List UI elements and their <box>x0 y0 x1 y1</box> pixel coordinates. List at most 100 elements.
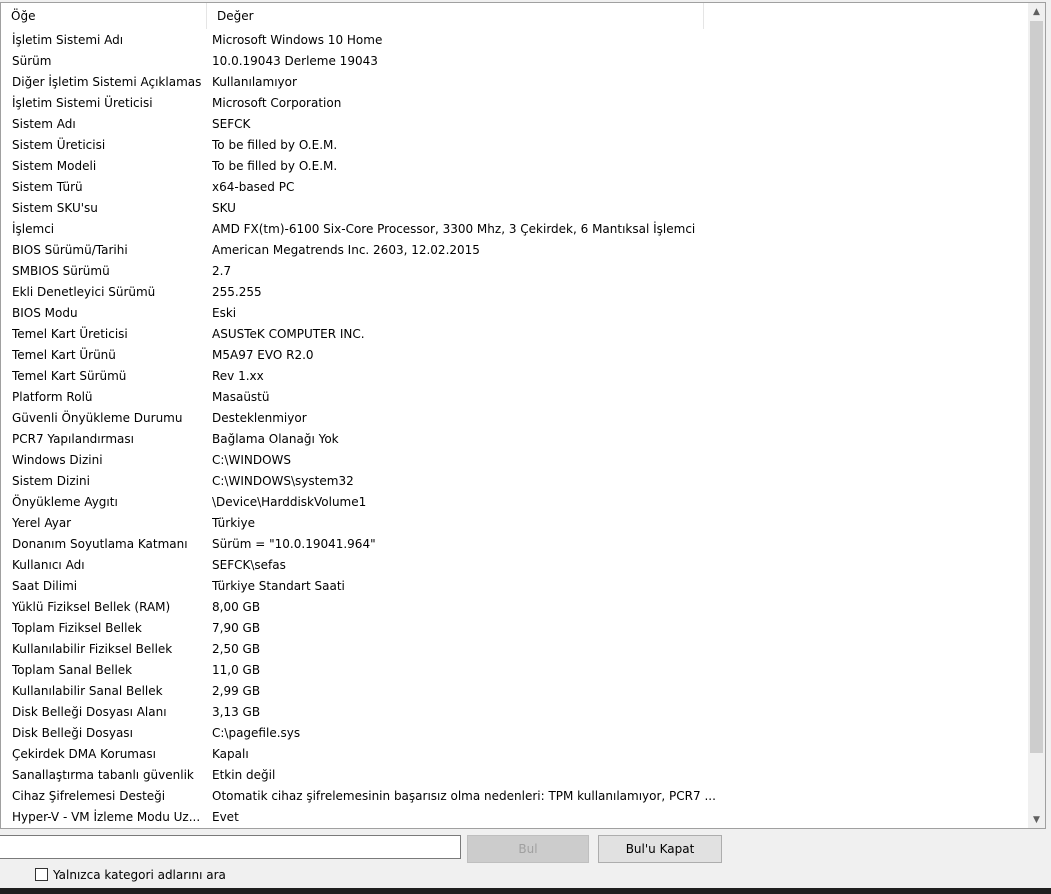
row-item-name: Disk Belleği Dosyası Alanı <box>12 705 167 719</box>
row-item-value: Microsoft Corporation <box>212 96 342 110</box>
table-row[interactable]: Disk Belleği Dosyası C:\pagefile.sys <box>1 723 1027 744</box>
table-row[interactable]: Sürüm 10.0.19043 Derleme 19043 <box>1 51 1027 72</box>
row-item-name: Windows Dizini <box>12 453 103 467</box>
row-item-name: Saat Dilimi <box>12 579 78 593</box>
table-row[interactable]: Sistem Dizini C:\WINDOWS\system32 <box>1 471 1027 492</box>
row-item-name: Sistem Türü <box>12 180 83 194</box>
row-item-value: Kullanılamıyor <box>212 75 297 89</box>
row-item-name: İşletim Sistemi Adı <box>12 33 124 47</box>
row-item-value: Kapalı <box>212 747 249 761</box>
table-row[interactable]: Platform Rolü Masaüstü <box>1 387 1027 408</box>
table-row[interactable]: Cihaz Şifrelemesi Desteği Otomatik cihaz … <box>1 786 1027 807</box>
table-row[interactable]: Temel Kart Sürümü Rev 1.xx <box>1 366 1027 387</box>
list-header: Öğe Değer <box>1 3 1027 29</box>
row-item-value: Rev 1.xx <box>212 369 264 383</box>
category-only-label: Yalnızca kategori adlarını ara <box>53 868 226 882</box>
table-row[interactable]: Sistem Modeli To be filled by O.E.M. <box>1 156 1027 177</box>
row-item-name: BIOS Modu <box>12 306 78 320</box>
row-item-name: Temel Kart Üreticisi <box>12 327 128 341</box>
table-row[interactable]: Toplam Fiziksel Bellek 7,90 GB <box>1 618 1027 639</box>
table-row[interactable]: Çekirdek DMA Koruması Kapalı <box>1 744 1027 765</box>
category-only-checkbox[interactable] <box>35 868 48 881</box>
row-item-name: Ekli Denetleyici Sürümü <box>12 285 156 299</box>
table-row[interactable]: Temel Kart Üreticisi ASUSTeK COMPUTER INC… <box>1 324 1027 345</box>
row-item-value: Türkiye <box>212 516 255 530</box>
row-item-name: Çekirdek DMA Koruması <box>12 747 156 761</box>
table-row[interactable]: Hyper-V - VM İzleme Modu Uz... Evet <box>1 807 1027 828</box>
row-item-name: Sürüm <box>12 54 52 68</box>
row-item-name: Temel Kart Sürümü <box>12 369 127 383</box>
table-row[interactable]: Sistem Adı SEFCK <box>1 114 1027 135</box>
table-row[interactable]: SMBIOS Sürümü 2.7 <box>1 261 1027 282</box>
row-item-name: İşletim Sistemi Üreticisi <box>12 96 153 110</box>
table-row[interactable]: BIOS Modu Eski <box>1 303 1027 324</box>
search-input[interactable] <box>0 835 461 859</box>
scrollbar-thumb[interactable] <box>1030 21 1043 753</box>
row-item-name: Hyper-V - VM İzleme Modu Uz... <box>12 810 201 824</box>
row-item-name: Sanallaştırma tabanlı güvenlik <box>12 768 194 782</box>
row-item-value: 8,00 GB <box>212 600 261 614</box>
row-item-value: ASUSTeK COMPUTER INC. <box>212 327 365 341</box>
row-item-name: Sistem SKU'su <box>12 201 98 215</box>
row-item-name: Toplam Sanal Bellek <box>12 663 133 677</box>
row-item-name: Donanım Soyutlama Katmanı <box>12 537 188 551</box>
row-item-value: C:\WINDOWS <box>212 453 292 467</box>
row-item-name: Cihaz Şifrelemesi Desteği <box>12 789 166 803</box>
table-row[interactable]: Sistem SKU'su SKU <box>1 198 1027 219</box>
chevron-up-icon[interactable]: ▲ <box>1028 3 1045 20</box>
close-find-button[interactable]: Bul'u Kapat <box>598 835 722 863</box>
column-header-item[interactable]: Öğe <box>1 3 207 29</box>
table-row[interactable]: Ekli Denetleyici Sürümü 255.255 <box>1 282 1027 303</box>
table-row[interactable]: İşlemci AMD FX(tm)-6100 Six-Core Processo… <box>1 219 1027 240</box>
table-row[interactable]: Kullanıcı Adı SEFCK\sefas <box>1 555 1027 576</box>
taskbar-strip <box>0 888 1051 894</box>
column-header-value[interactable]: Değer <box>207 3 704 29</box>
table-row[interactable]: Diğer İşletim Sistemi Açıklaması Kullanıl… <box>1 72 1027 93</box>
row-item-name: Platform Rolü <box>12 390 93 404</box>
table-row[interactable]: Sanallaştırma tabanlı güvenlik Etkin deği… <box>1 765 1027 786</box>
row-item-value: Etkin değil <box>212 768 276 782</box>
row-item-value: M5A97 EVO R2.0 <box>212 348 314 362</box>
row-item-value: Sürüm = "10.0.19041.964" <box>212 537 376 551</box>
row-item-value: SKU <box>212 201 236 215</box>
table-row[interactable]: Önyükleme Aygıtı \Device\HarddiskVolume1 <box>1 492 1027 513</box>
row-item-name: Sistem Üreticisi <box>12 138 106 152</box>
table-row[interactable]: Windows Dizini C:\WINDOWS <box>1 450 1027 471</box>
row-item-value: 7,90 GB <box>212 621 261 635</box>
row-item-value: 255.255 <box>212 285 262 299</box>
table-row[interactable]: Yüklü Fiziksel Bellek (RAM) 8,00 GB <box>1 597 1027 618</box>
row-item-name: Yerel Ayar <box>12 516 72 530</box>
table-row[interactable]: Kullanılabilir Fiziksel Bellek 2,50 GB <box>1 639 1027 660</box>
row-item-name: Disk Belleği Dosyası <box>12 726 133 740</box>
chevron-down-icon[interactable]: ▼ <box>1028 811 1045 828</box>
find-button[interactable]: Bul <box>467 835 589 863</box>
table-row[interactable]: Kullanılabilir Sanal Bellek 2,99 GB <box>1 681 1027 702</box>
row-item-value: AMD FX(tm)-6100 Six-Core Processor, 3300… <box>212 222 696 236</box>
row-item-name: İşlemci <box>12 222 55 236</box>
row-item-name: Sistem Dizini <box>12 474 90 488</box>
table-row[interactable]: Sistem Türü x64-based PC <box>1 177 1027 198</box>
vertical-scrollbar[interactable]: ▲ ▼ <box>1028 3 1045 828</box>
row-item-value: Eski <box>212 306 237 320</box>
table-row[interactable]: Sistem Üreticisi To be filled by O.E.M. <box>1 135 1027 156</box>
table-row[interactable]: İşletim Sistemi Üreticisi Microsoft Corpo… <box>1 93 1027 114</box>
row-item-value: Bağlama Olanağı Yok <box>212 432 339 446</box>
row-item-value: Desteklenmiyor <box>212 411 307 425</box>
row-item-value: SEFCK <box>212 117 251 131</box>
table-row[interactable]: Disk Belleği Dosyası Alanı 3,13 GB <box>1 702 1027 723</box>
table-row[interactable]: Güvenli Önyükleme Durumu Desteklenmiyor <box>1 408 1027 429</box>
table-row[interactable]: Saat Dilimi Türkiye Standart Saati <box>1 576 1027 597</box>
row-item-name: Kullanıcı Adı <box>12 558 85 572</box>
table-row[interactable]: Yerel Ayar Türkiye <box>1 513 1027 534</box>
table-row[interactable]: İşletim Sistemi Adı Microsoft Windows 10 … <box>1 30 1027 51</box>
row-item-value: 2,99 GB <box>212 684 261 698</box>
table-row[interactable]: Donanım Soyutlama Katmanı Sürüm = "10.0.1… <box>1 534 1027 555</box>
row-item-name: PCR7 Yapılandırması <box>12 432 134 446</box>
table-row[interactable]: PCR7 Yapılandırması Bağlama Olanağı Yok <box>1 429 1027 450</box>
row-item-value: x64-based PC <box>212 180 295 194</box>
row-item-name: Kullanılabilir Fiziksel Bellek <box>12 642 173 656</box>
table-row[interactable]: Toplam Sanal Bellek 11,0 GB <box>1 660 1027 681</box>
table-row[interactable]: BIOS Sürümü/Tarihi American Megatrends In… <box>1 240 1027 261</box>
system-summary-list[interactable]: Öğe Değer İşletim Sistemi Adı Microsoft W… <box>0 2 1046 829</box>
table-row[interactable]: Temel Kart Ürünü M5A97 EVO R2.0 <box>1 345 1027 366</box>
